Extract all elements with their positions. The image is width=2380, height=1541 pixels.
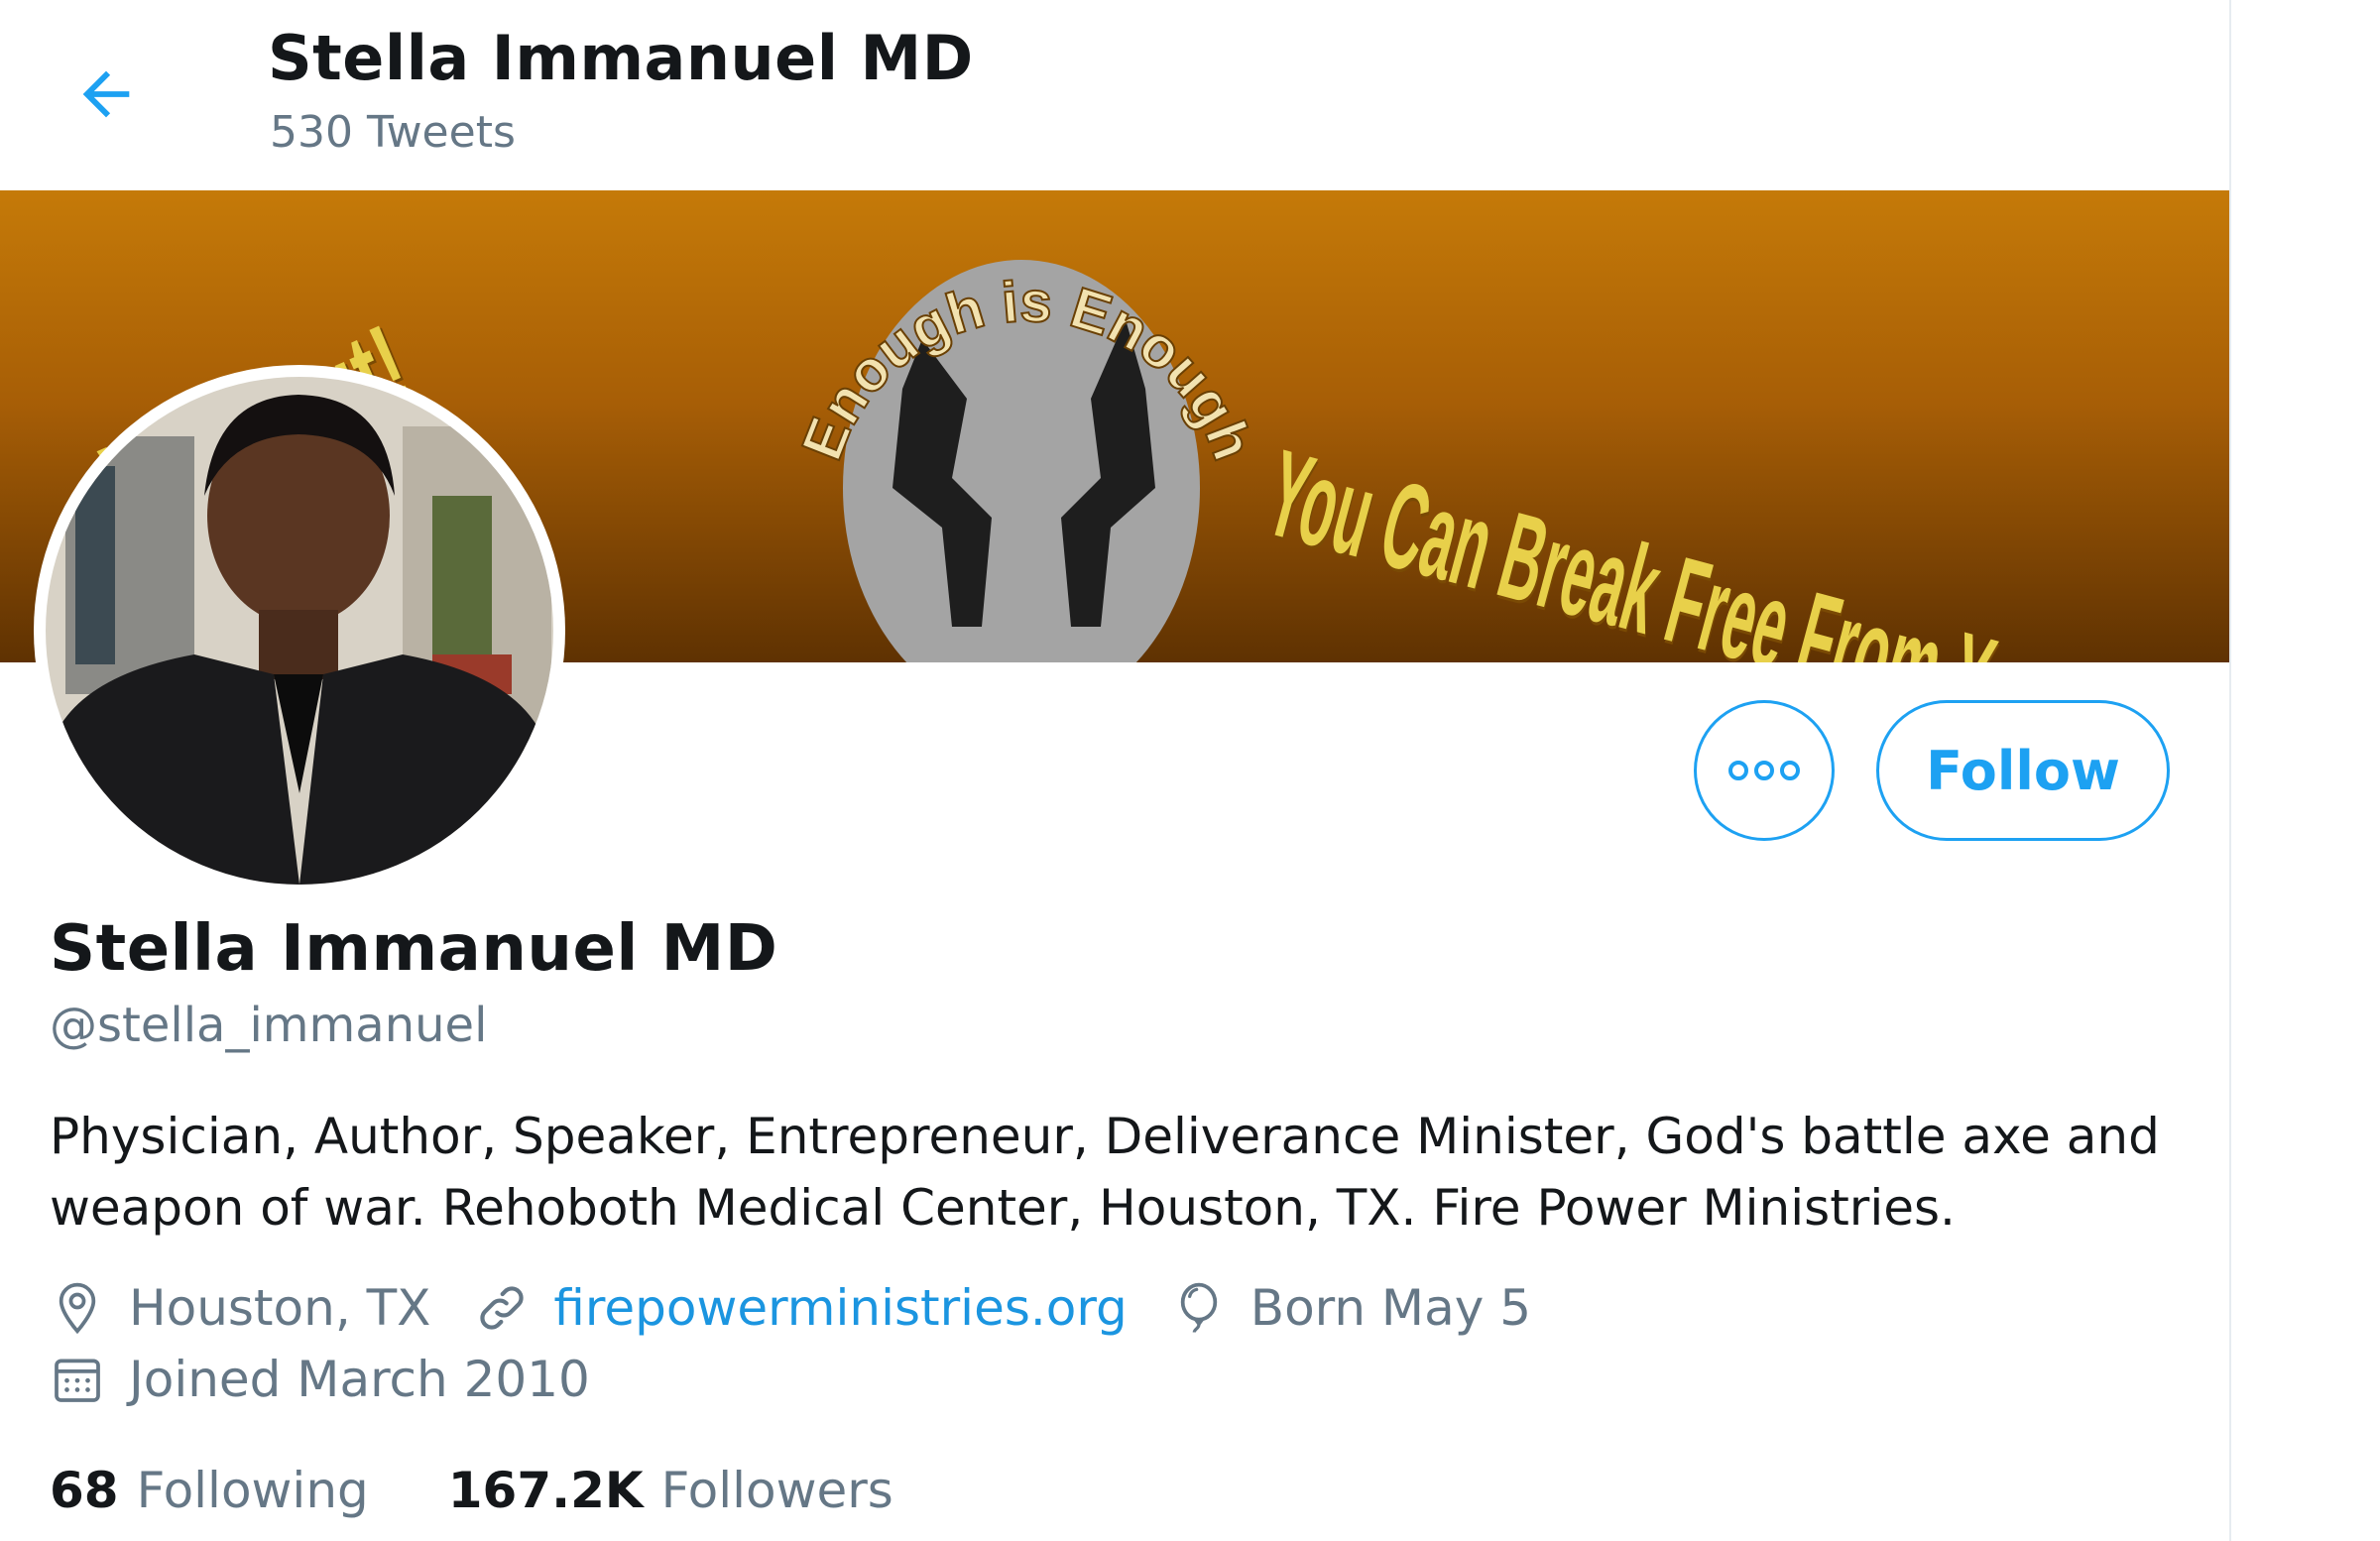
link-icon: [480, 1286, 525, 1330]
header-title: Stella Immanuel MD: [268, 22, 974, 94]
profile-bio: Physician, Author, Speaker, Entrepreneur…: [50, 1108, 2160, 1237]
location-pin-icon: [59, 1282, 96, 1335]
followers-count: 167.2K: [447, 1462, 644, 1519]
location-item: Houston, TX: [50, 1279, 430, 1337]
profile-stats: 68 Following 167.2K Followers: [50, 1462, 973, 1519]
following-label: Following: [136, 1462, 369, 1519]
birthday-text: Born May 5: [1250, 1279, 1532, 1337]
column-border: [2229, 0, 2231, 1541]
following-stat[interactable]: 68 Following: [50, 1462, 369, 1519]
profile-meta-row: Houston, TX firepowerministries.org Born…: [50, 1279, 1575, 1337]
profile-meta-row-joined: Joined March 2010: [50, 1351, 634, 1408]
calendar-icon: [55, 1359, 100, 1402]
birthday-item: Born May 5: [1171, 1279, 1531, 1337]
arrow-left-icon: [82, 70, 130, 118]
joined-item: Joined March 2010: [50, 1351, 590, 1408]
profile-display-name: Stella Immanuel MD: [50, 912, 778, 986]
more-options-button[interactable]: [1694, 700, 1835, 841]
avatar-photo: [46, 377, 553, 885]
tweet-count: 530 Tweets: [270, 107, 516, 158]
profile-header: Stella Immanuel MD 530 Tweets: [0, 0, 2229, 190]
location-text: Houston, TX: [129, 1279, 431, 1337]
followers-stat[interactable]: 167.2K Followers: [448, 1462, 893, 1519]
profile-avatar[interactable]: [34, 365, 565, 896]
joined-text: Joined March 2010: [129, 1351, 590, 1408]
website-item[interactable]: firepowerministries.org: [474, 1279, 1128, 1337]
followers-label: Followers: [660, 1462, 893, 1519]
profile-handle: @stella_immanuel: [50, 998, 488, 1053]
following-count: 68: [50, 1462, 119, 1519]
follow-button[interactable]: Follow: [1876, 700, 2170, 841]
balloon-icon: [1180, 1282, 1217, 1333]
back-button[interactable]: [61, 50, 151, 139]
more-dots-icon: [1728, 761, 1800, 780]
website-link[interactable]: firepowerministries.org: [553, 1279, 1127, 1337]
